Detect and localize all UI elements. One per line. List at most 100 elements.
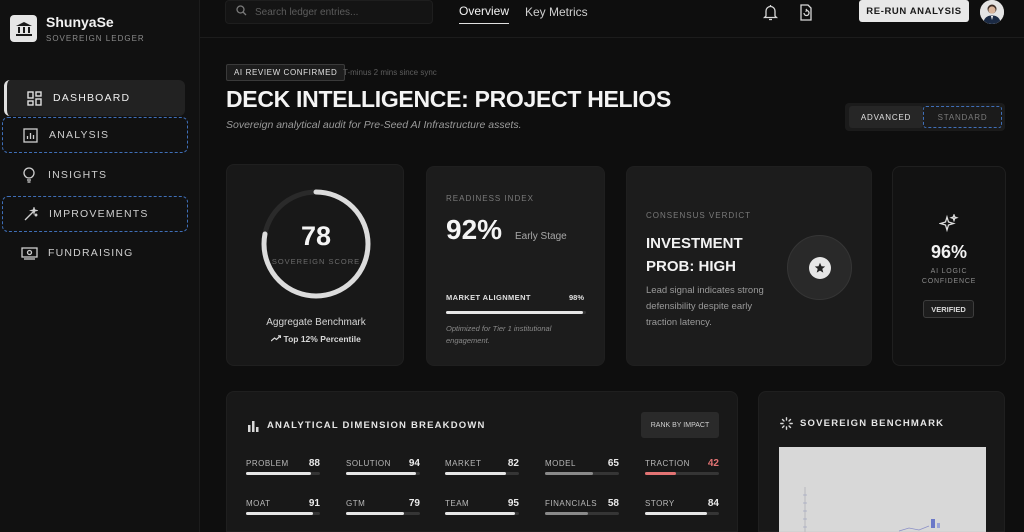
dashboard-grid-icon [25,89,43,107]
tab-overview[interactable]: Overview [459,4,510,24]
dimension-value: 42 [707,458,719,469]
brand-subtitle: SOVEREIGN LEDGER [46,34,145,43]
confidence-label-line-2: CONFIDENCE [921,278,977,285]
verdict-line-2: PROB: HIGH [646,258,736,275]
top-bar: Overview Key Metrics RE-RUN ANALYSIS [200,0,1024,38]
page-subtitle: Sovereign analytical audit for Pre-Seed … [226,119,522,131]
search-input[interactable] [255,6,415,18]
rank-by-impact-label: RANK BY IMPACT [650,421,710,429]
bar-chart-icon [21,126,39,144]
dimension-item: TRACTION 42 [645,458,719,479]
readiness-value: 92% [446,214,503,245]
dimension-bar [445,512,519,515]
sidebar-item-label: ANALYSIS [49,129,110,141]
dimension-bar-fill [645,472,677,475]
consensus-verdict-card: CONSENSUS VERDICT INVESTMENT PROB: HIGH … [626,166,872,366]
sovereign-score-card: 78 SOVEREIGN SCORE Aggregate Benchmark T… [226,164,404,366]
star-icon [808,256,831,279]
sidebar-item-fundraising[interactable]: FUNDRAISING [2,235,188,271]
sovereign-score-label: SOVEREIGN SCORE [271,257,361,266]
dimension-name: TEAM [445,499,470,508]
ai-confidence-card: 96% AI LOGIC CONFIDENCE VERIFIED [892,166,1006,366]
dimension-value: 82 [507,458,519,469]
sidebar-item-improvements[interactable]: IMPROVEMENTS [2,196,188,232]
market-alignment-label: MARKET ALIGNMENT [446,293,531,302]
mode-standard-button[interactable]: STANDARD [923,106,1002,128]
dimension-bar [246,512,320,515]
dimension-name: SOLUTION [346,459,391,468]
aggregate-benchmark-label: Aggregate Benchmark [266,317,366,328]
dimension-value: 88 [308,458,320,469]
sovereign-benchmark-card: SOVEREIGN BENCHMARK [758,391,1005,532]
lightbulb-icon [20,166,38,184]
mode-advanced-button[interactable]: ADVANCED [849,106,923,128]
dimension-value: 79 [408,498,420,509]
brand-name: ShunyaSe [46,14,114,30]
search-box[interactable] [225,0,433,24]
dimension-name: TRACTION [645,459,690,468]
dimension-name: MOAT [246,499,271,508]
dimension-value: 58 [607,498,619,509]
dimension-name: MODEL [545,459,576,468]
dimension-bar [445,472,519,475]
sidebar-item-dashboard[interactable]: DASHBOARD [4,80,185,116]
dimension-value: 94 [408,458,420,469]
dimension-name: MARKET [445,459,482,468]
rerun-analysis-button[interactable]: RE-RUN ANALYSIS [859,0,969,22]
verdict-heading: INVESTMENT PROB: HIGH [646,232,743,278]
verdict-description: Lead signal indicates strong defensibili… [646,285,764,328]
sidebar-item-label: INSIGHTS [48,169,108,181]
dimension-bar-fill [346,472,416,475]
confidence-label: AI LOGIC CONFIDENCE [893,267,1005,287]
dimension-item: MOAT 91 [246,498,320,519]
dimension-value: 95 [507,498,519,509]
sidebar-item-label: FUNDRAISING [48,247,134,259]
dimension-item: SOLUTION 94 [346,458,420,479]
benchmark-chart-image [779,447,986,532]
dimension-bar-fill [246,472,312,475]
document-sync-icon[interactable] [797,3,815,21]
readiness-note: Optimized for Tier 1 institutional engag… [446,324,552,345]
dimension-bar-fill [545,472,594,475]
percentile-text: Top 12% Percentile [283,334,361,344]
avatar[interactable] [980,0,1004,24]
verdict-line-1: INVESTMENT [646,235,743,252]
dimension-breakdown-card: ANALYTICAL DIMENSION BREAKDOWN RANK BY I… [226,391,738,532]
dimension-bar [346,472,420,475]
readiness-stage: Early Stage [515,231,567,242]
sidebar-item-analysis[interactable]: ANALYSIS [2,117,188,153]
cash-icon [20,244,38,262]
dimension-bar-fill [545,512,588,515]
rank-by-impact-button[interactable]: RANK BY IMPACT [641,412,719,438]
dimension-bar [346,512,420,515]
dimension-bar [545,512,619,515]
sovereign-score-value: 78 [300,221,332,251]
dimension-name: STORY [645,499,675,508]
tab-key-metrics[interactable]: Key Metrics [525,5,588,19]
dimension-bar [645,512,719,515]
sidebar-item-insights[interactable]: INSIGHTS [2,157,188,193]
dimension-value: 91 [308,498,320,509]
dimension-item: FINANCIALS 58 [545,498,619,519]
dimension-bar [545,472,619,475]
dimension-bar [246,472,320,475]
bell-icon[interactable] [761,3,779,21]
magic-wand-icon [21,205,39,223]
mode-toggle: ADVANCED STANDARD [845,103,1005,131]
market-alignment-bar-fill [446,311,584,314]
trending-up-icon [270,334,282,344]
dimension-item: PROBLEM 88 [246,458,320,479]
dimension-name: GTM [346,499,366,508]
sidebar-item-label: DASHBOARD [53,92,131,104]
loading-spinner-icon [780,417,793,435]
dimension-item: GTM 79 [346,498,420,519]
verified-badge: VERIFIED [923,300,974,318]
page-title: DECK INTELLIGENCE: PROJECT HELIOS [226,86,672,112]
sidebar-item-label: IMPROVEMENTS [49,208,149,220]
brand[interactable]: ShunyaSe SOVEREIGN LEDGER [10,14,145,43]
bank-icon [10,15,37,42]
search-icon [236,3,247,21]
dimension-name: FINANCIALS [545,499,598,508]
dimension-bar-fill [346,512,405,515]
market-alignment-value: 98% [568,293,584,302]
